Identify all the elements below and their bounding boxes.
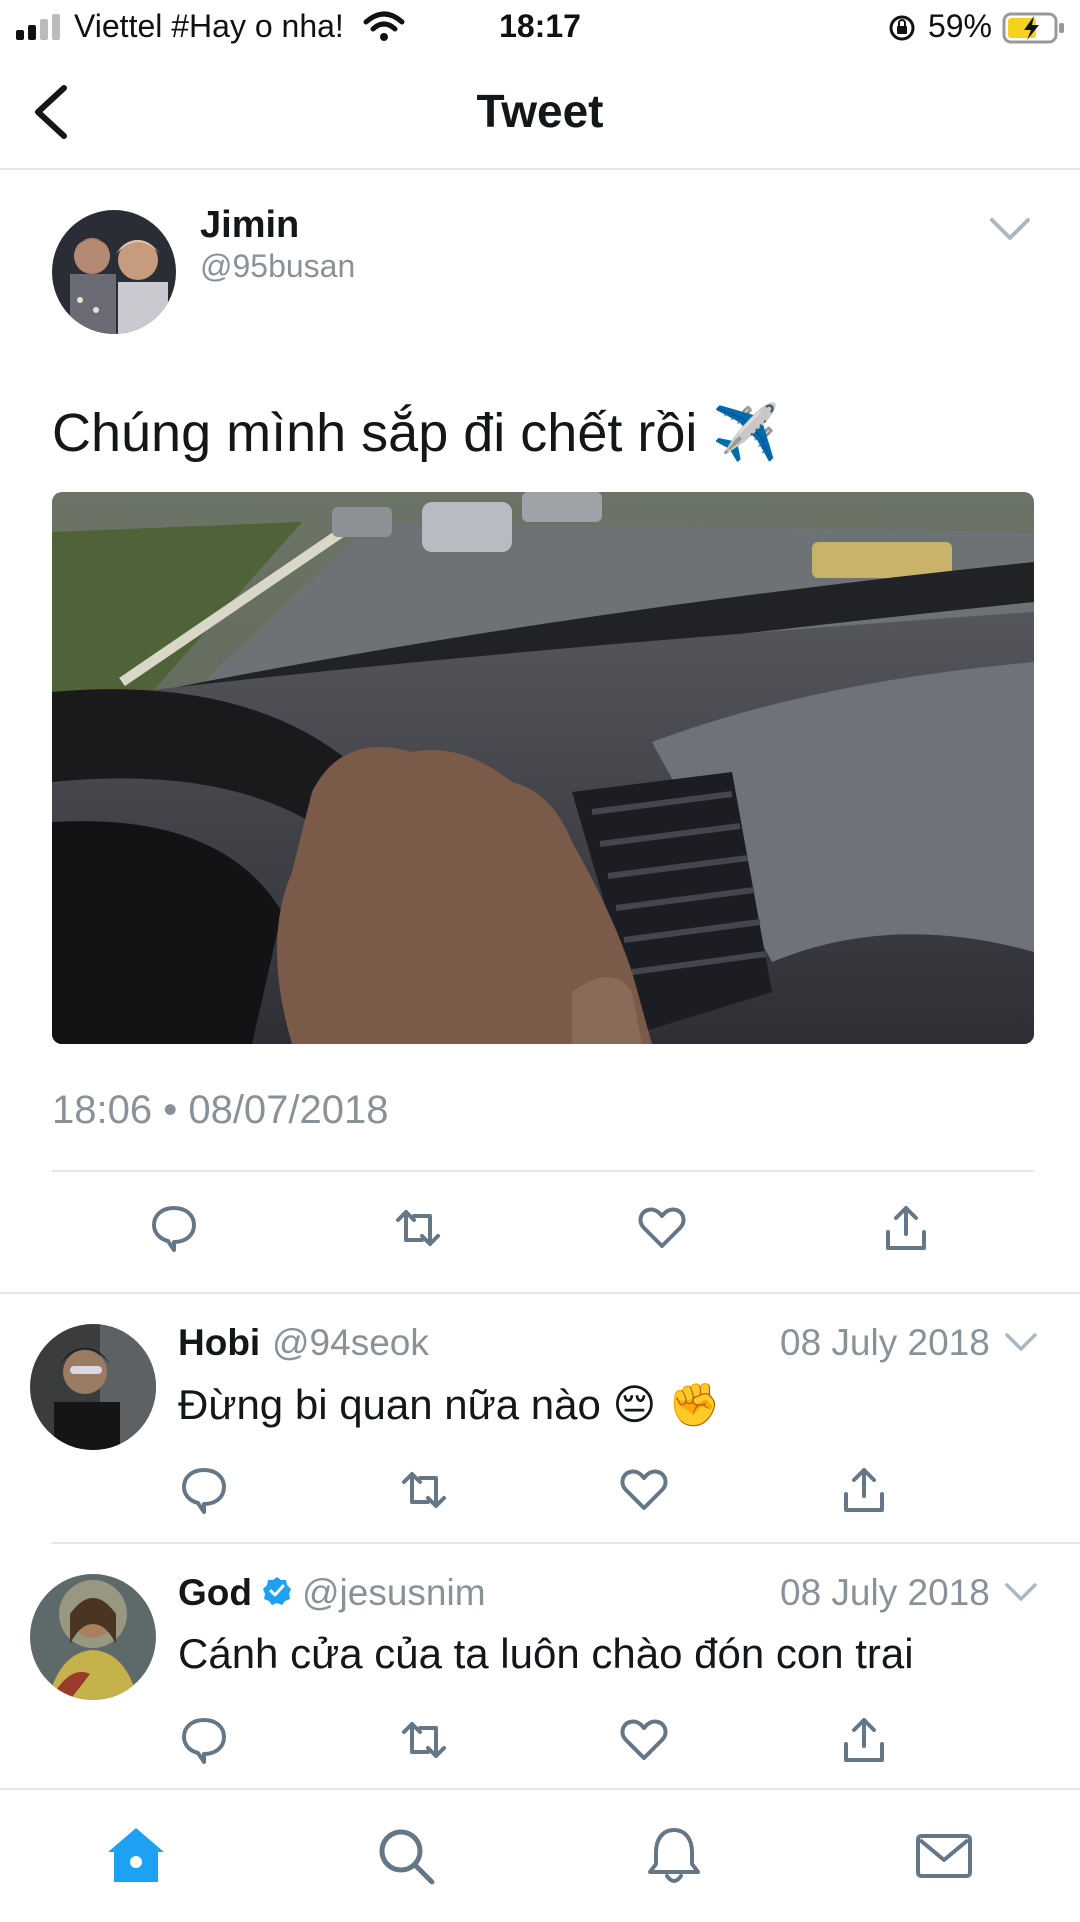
chevron-down-icon[interactable] [1004,1580,1038,1604]
reply-author-handle[interactable]: @94seok [272,1322,429,1364]
reply-text: Cánh cửa của ta luôn chào đón con trai [178,1630,914,1677]
tweet-text: Chúng mình sắp đi chết rồi ✈️ [52,403,780,463]
reply-text: Đừng bi quan nữa nào 😔 ✊ [178,1381,721,1428]
orientation-lock-icon [889,15,915,41]
like-icon[interactable] [618,1464,670,1516]
messages-icon[interactable] [912,1824,976,1888]
share-icon[interactable] [838,1464,890,1516]
chevron-down-icon[interactable] [1004,1330,1038,1354]
reply-icon[interactable] [178,1464,230,1516]
retweet-icon[interactable] [392,1202,444,1254]
search-icon[interactable] [374,1824,438,1888]
notifications-icon[interactable] [642,1824,706,1888]
reply-author-handle[interactable]: @jesusnim [302,1572,486,1614]
like-icon[interactable] [636,1202,688,1254]
reply-avatar[interactable] [30,1324,156,1450]
home-icon[interactable] [104,1824,168,1888]
retweet-icon[interactable] [398,1714,450,1766]
author-name[interactable]: Jimin [200,204,299,247]
tab-bar [0,1788,1080,1922]
reply-tweet[interactable]: Hobi @94seok 08 July 2018 Đừng bi quan n… [0,1294,1080,1542]
share-icon[interactable] [838,1714,890,1766]
battery-charging-icon [1002,12,1064,44]
tweet-timestamp: 18:06 • 08/07/2018 [52,1088,389,1132]
tweet-image[interactable] [52,492,1034,1044]
divider [52,1170,1034,1172]
battery-percent: 59% [927,8,992,44]
reply-avatar[interactable] [30,1574,156,1700]
status-bar: Viettel #Hay o nha! 18:17 59% [0,0,1080,56]
like-icon[interactable] [618,1714,670,1766]
verified-badge-icon [263,1577,291,1605]
reply-author-name[interactable]: Hobi [178,1322,260,1364]
author-handle[interactable]: @95busan [200,248,355,285]
retweet-icon[interactable] [398,1464,450,1516]
reply-icon[interactable] [148,1202,200,1254]
reply-tweet[interactable]: God @jesusnim 08 July 2018 Cánh cửa của … [0,1544,1080,1788]
reply-icon[interactable] [178,1714,230,1766]
chevron-down-icon[interactable] [988,214,1032,244]
reply-author-name[interactable]: God [178,1572,252,1614]
navigation-header: Tweet [0,56,1080,170]
share-icon[interactable] [880,1202,932,1254]
status-time: 18:17 [499,8,581,44]
page-title: Tweet [476,85,604,137]
reply-date: 08 July 2018 [780,1322,990,1363]
author-avatar[interactable] [52,210,176,334]
reply-date: 08 July 2018 [780,1572,990,1613]
